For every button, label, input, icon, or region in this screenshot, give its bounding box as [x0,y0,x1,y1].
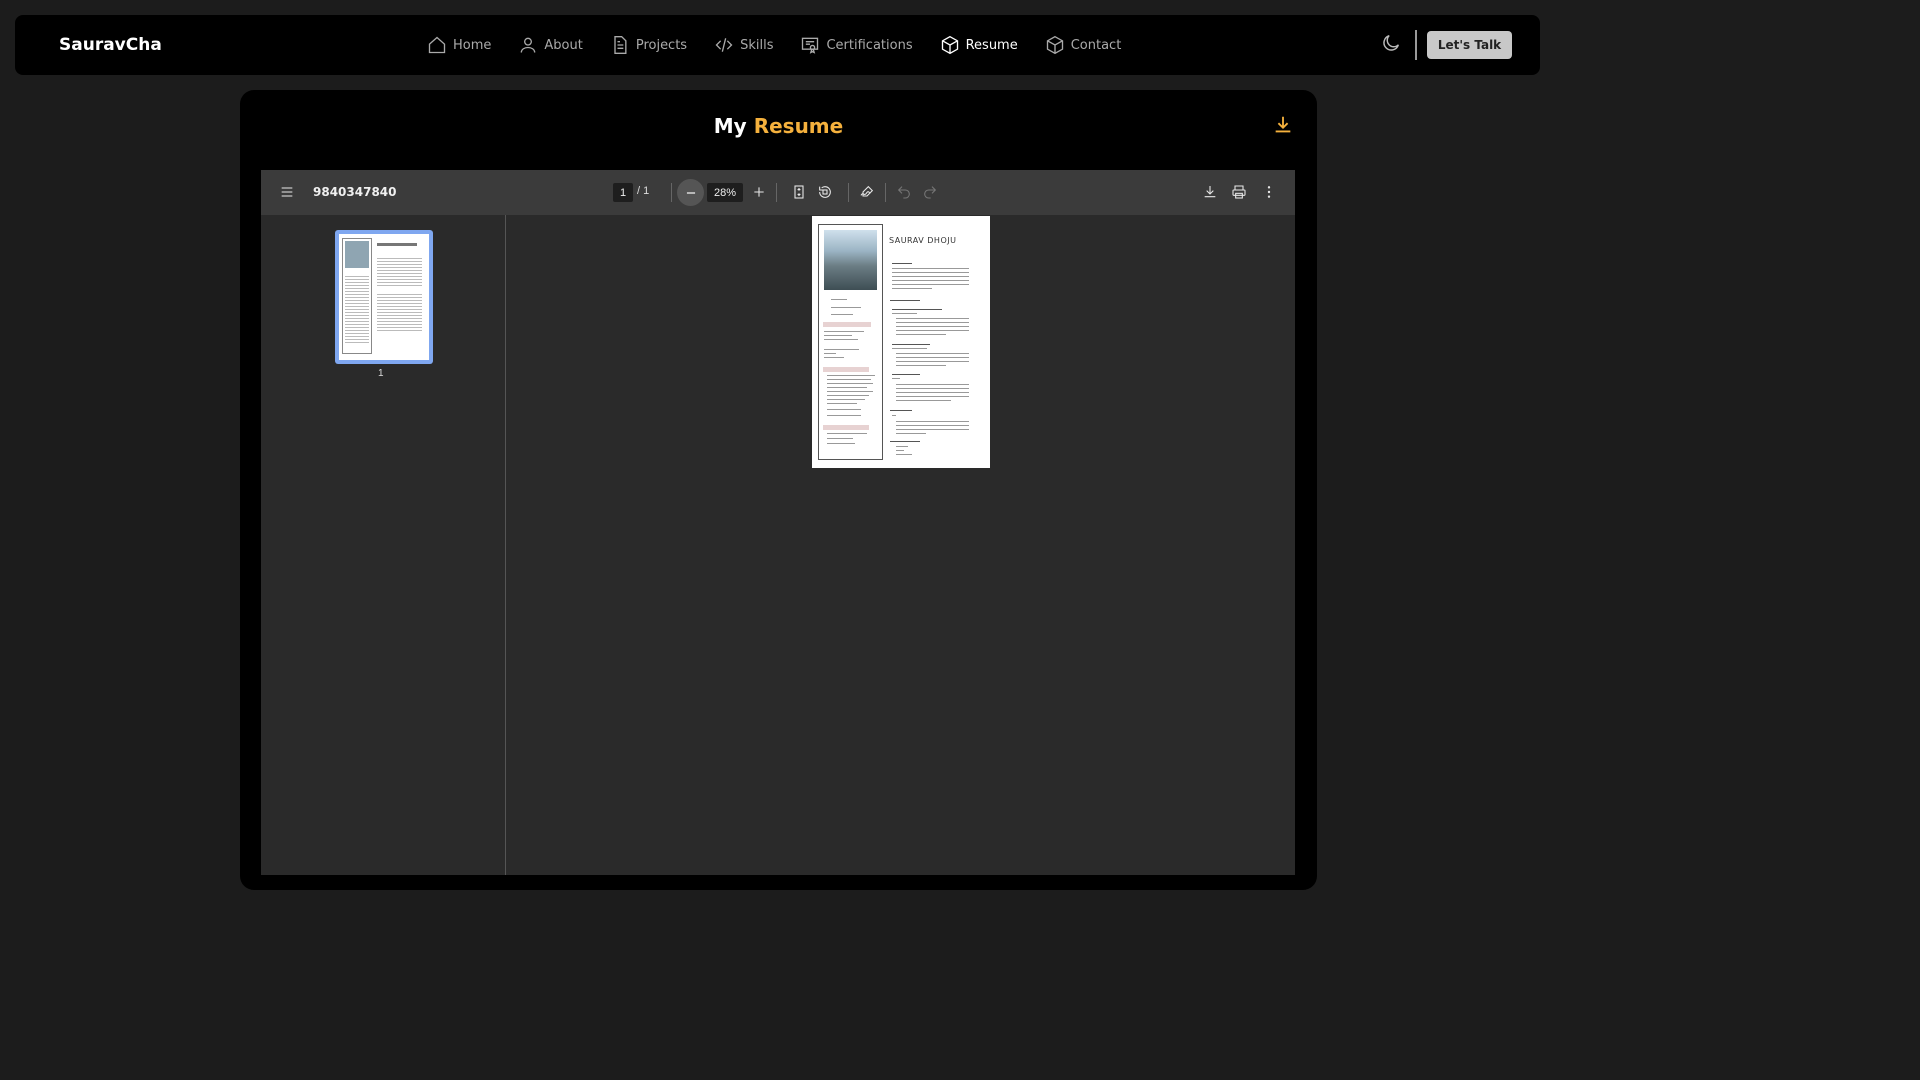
thumbnail-page-content [339,234,429,360]
menu-icon [281,187,293,197]
rotate-button[interactable] [815,182,835,202]
nav-skills-label: Skills [740,37,774,53]
title-accent: Resume [753,114,844,138]
nav-skills[interactable]: Skills [714,35,773,55]
brand-logo[interactable]: SauravCha [59,35,162,55]
toolbar-separator [776,183,777,202]
nav-certifications[interactable]: Certifications [800,35,913,55]
lets-talk-button[interactable]: Let's Talk [1427,31,1512,59]
nav-home[interactable]: Home [427,35,491,55]
nav-about[interactable]: About [518,35,583,55]
pdf-file-name: 9840347840 [313,185,397,199]
print-icon [1232,185,1246,199]
fit-page-button[interactable] [789,182,809,202]
page-number-input[interactable]: 1 [613,183,633,202]
pdf-viewer: 9840347840 1 / 1 28% 1 SAURAV DHOJU [261,170,1295,875]
download-icon [1204,186,1216,198]
resume-name: SAURAV DHOJU [889,236,957,245]
nav-contact-label: Contact [1070,37,1122,53]
toolbar-separator [848,183,849,202]
main-nav: Home About Projects Skills Certification… [427,15,1148,75]
home-icon [428,36,446,54]
toolbar-separator [885,183,886,202]
toolbar-separator [671,183,672,202]
cube-icon [1046,35,1063,55]
undo-button[interactable] [894,182,914,202]
code-icon [715,38,733,52]
nav-projects-label: Projects [635,37,688,53]
cube-icon [941,35,958,55]
undo-icon [897,186,910,199]
page-title: My Resume [240,114,1317,138]
draw-button[interactable] [857,182,877,202]
redo-icon [924,186,937,199]
nav-divider [1415,30,1417,60]
minus-icon [686,191,695,194]
thumbnail-page-number: 1 [378,368,384,379]
fit-page-icon [794,185,804,199]
resume-sidebar [818,224,883,460]
user-icon [521,37,536,53]
profile-photo [824,230,877,290]
nav-certifications-label: Certifications [826,37,913,53]
moon-icon[interactable] [1380,32,1402,54]
pdf-toolbar: 9840347840 1 / 1 28% [261,170,1295,215]
nav-resume[interactable]: Resume [940,35,1018,55]
pdf-download-button[interactable] [1200,182,1220,202]
nav-about-label: About [544,37,583,53]
nav-home-label: Home [453,37,492,53]
page-total: / 1 [637,185,650,197]
document-icon [614,36,627,54]
more-options-button[interactable] [1259,182,1279,202]
certificate-icon [802,37,819,54]
sidebar-toggle[interactable] [277,182,297,202]
pdf-page: SAURAV DHOJU [812,216,990,468]
zoom-in-button[interactable] [749,182,769,202]
download-icon[interactable] [1272,114,1294,136]
rotate-icon [819,186,831,198]
top-navbar: SauravCha Home About Projects Skills Cer… [15,15,1540,75]
page-thumbnail[interactable] [335,230,433,364]
title-prefix: My [713,114,747,138]
more-vertical-icon [1267,186,1271,198]
draw-icon [860,185,874,197]
resume-card: My Resume 9840347840 1 / 1 28% 1 SAURAV … [240,90,1317,890]
zoom-level-input[interactable]: 28% [707,183,743,202]
plus-icon [754,187,764,197]
zoom-out-button[interactable] [677,179,704,206]
nav-contact[interactable]: Contact [1045,35,1122,55]
redo-button[interactable] [920,182,940,202]
nav-projects[interactable]: Projects [610,35,687,55]
print-button[interactable] [1229,182,1249,202]
nav-resume-label: Resume [965,37,1018,53]
thumbnail-panel: 1 [261,215,506,875]
